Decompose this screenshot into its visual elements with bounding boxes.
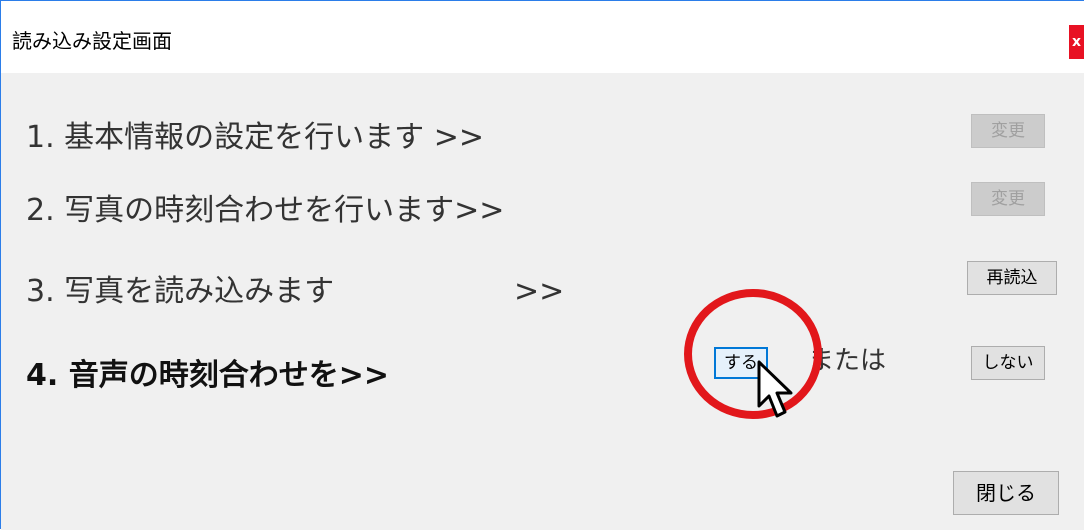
- or-text: または: [808, 346, 887, 376]
- step-4-label: 4. 音声の時刻合わせを>>: [26, 358, 389, 393]
- window-title: 読み込み設定画面: [12, 29, 172, 53]
- step-3-label: 3. 写真を読み込みます: [26, 274, 335, 309]
- step-2-label: 2. 写真の時刻合わせを行います>>: [26, 193, 505, 228]
- step-3-arrow: >>: [514, 274, 565, 309]
- close-dialog-button[interactable]: 閉じる: [953, 471, 1059, 515]
- close-window-button[interactable]: x: [1069, 25, 1084, 59]
- dialog-body: 1. 基本情報の設定を行います >> 変更 2. 写真の時刻合わせを行います>>…: [1, 73, 1084, 530]
- step-2-change-button[interactable]: 変更: [971, 182, 1045, 216]
- step-1-label: 1. 基本情報の設定を行います >>: [26, 120, 484, 155]
- reload-button[interactable]: 再読込: [967, 261, 1057, 295]
- audio-sync-no-button[interactable]: しない: [971, 346, 1045, 380]
- settings-window: 読み込み設定画面 x 1. 基本情報の設定を行います >> 変更 2. 写真の時…: [0, 0, 1084, 530]
- step-1-change-button[interactable]: 変更: [971, 114, 1045, 148]
- title-bar: 読み込み設定画面 x: [1, 1, 1084, 73]
- audio-sync-yes-button[interactable]: する: [714, 347, 768, 379]
